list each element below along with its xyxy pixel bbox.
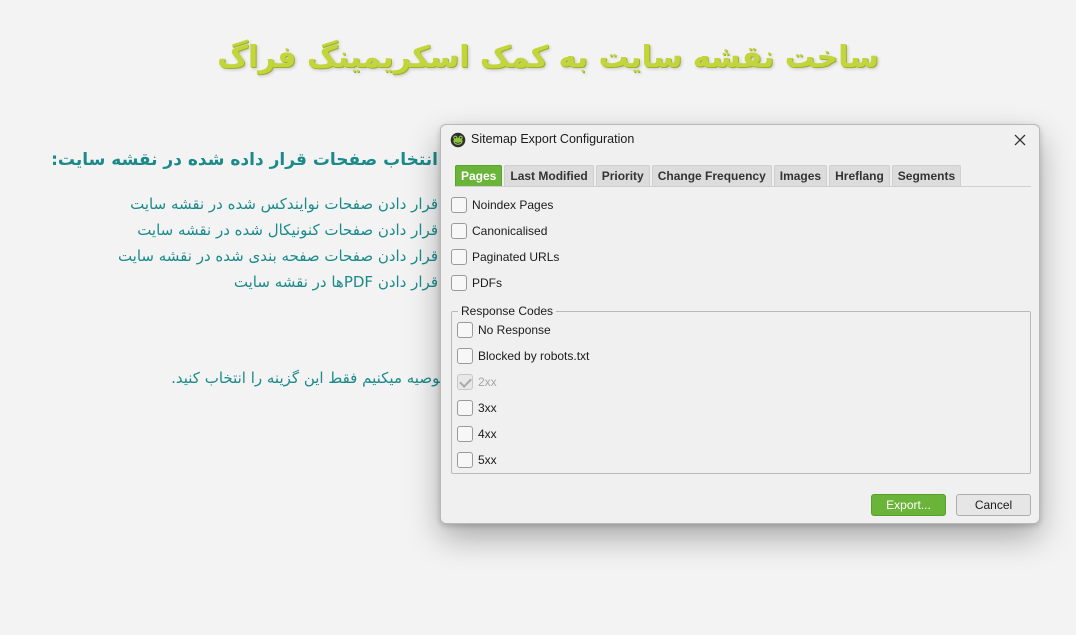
banner-title: ساخت نقشه سایت به کمک اسکریمینگ فراگ	[217, 40, 879, 75]
close-icon	[1014, 134, 1026, 146]
5xx-checkbox[interactable]	[457, 452, 473, 468]
tab-segments[interactable]: Segments	[891, 165, 962, 186]
close-button[interactable]	[1007, 128, 1033, 152]
response-codes-group: Response Codes No Response Blocked by ro…	[451, 304, 1031, 474]
tab-bar: Pages Last Modified Priority Change Freq…	[455, 165, 1031, 187]
tab-last-modified[interactable]: Last Modified	[504, 165, 594, 186]
2xx-label: 2xx	[478, 375, 497, 389]
dialog-titlebar: Sitemap Export Configuration	[441, 125, 1039, 155]
bullet-noindex: قرار دادن صفحات نوایندکس شده در نقشه سای…	[130, 195, 438, 213]
dialog-title: Sitemap Export Configuration	[471, 132, 635, 146]
paginated-urls-label: Paginated URLs	[472, 250, 560, 264]
tab-images[interactable]: Images	[773, 165, 828, 186]
tab-change-frequency[interactable]: Change Frequency	[651, 165, 772, 186]
no-response-checkbox[interactable]	[457, 322, 473, 338]
canonicalised-option[interactable]: Canonicalised	[451, 222, 547, 240]
3xx-label: 3xx	[478, 401, 497, 415]
screaming-frog-icon	[450, 132, 466, 148]
bullet-paginated: قرار دادن صفحات صفحه بندی شده در نقشه سا…	[117, 247, 438, 265]
tab-pages[interactable]: Pages	[455, 165, 503, 186]
4xx-option[interactable]: 4xx	[457, 425, 497, 443]
recommendation-text: توصیه میکنیم فقط این گزینه را انتخاب کنی…	[171, 369, 444, 387]
4xx-label: 4xx	[478, 427, 497, 441]
2xx-option: 2xx	[457, 373, 497, 391]
tab-hreflang[interactable]: Hreflang	[829, 165, 890, 186]
section-heading: انتخاب صفحات قرار داده شده در نقشه سایت:	[51, 150, 438, 170]
2xx-checkbox	[457, 374, 473, 390]
pdfs-checkbox[interactable]	[451, 275, 467, 291]
noindex-pages-checkbox[interactable]	[451, 197, 467, 213]
tab-priority[interactable]: Priority	[595, 165, 650, 186]
cancel-button[interactable]: Cancel	[956, 494, 1031, 516]
blocked-by-robots-option[interactable]: Blocked by robots.txt	[457, 347, 589, 365]
bullet-pdf: قرار دادن PDFها در نقشه سایت	[233, 273, 438, 291]
no-response-label: No Response	[478, 323, 551, 337]
response-codes-legend: Response Codes	[458, 304, 557, 318]
no-response-option[interactable]: No Response	[457, 321, 551, 339]
canonicalised-label: Canonicalised	[472, 224, 548, 238]
blocked-by-robots-checkbox[interactable]	[457, 348, 473, 364]
canonicalised-checkbox[interactable]	[451, 223, 467, 239]
3xx-option[interactable]: 3xx	[457, 399, 497, 417]
bullet-list: قرار دادن صفحات نوایندکس شده در نقشه سای…	[40, 192, 438, 296]
noindex-pages-option[interactable]: Noindex Pages	[451, 196, 553, 214]
bullet-canonical: قرار دادن صفحات کنونیکال شده در نقشه سای…	[137, 221, 438, 239]
pdfs-label: PDFs	[472, 276, 502, 290]
4xx-checkbox[interactable]	[457, 426, 473, 442]
blocked-by-robots-label: Blocked by robots.txt	[478, 349, 590, 363]
3xx-checkbox[interactable]	[457, 400, 473, 416]
export-button[interactable]: Export...	[871, 494, 946, 516]
5xx-option[interactable]: 5xx	[457, 451, 497, 469]
pdfs-option[interactable]: PDFs	[451, 274, 502, 292]
noindex-pages-label: Noindex Pages	[472, 198, 554, 212]
sitemap-export-dialog: Sitemap Export Configuration Pages Last …	[440, 124, 1040, 524]
paginated-urls-checkbox[interactable]	[451, 249, 467, 265]
5xx-label: 5xx	[478, 453, 497, 467]
paginated-urls-option[interactable]: Paginated URLs	[451, 248, 559, 266]
